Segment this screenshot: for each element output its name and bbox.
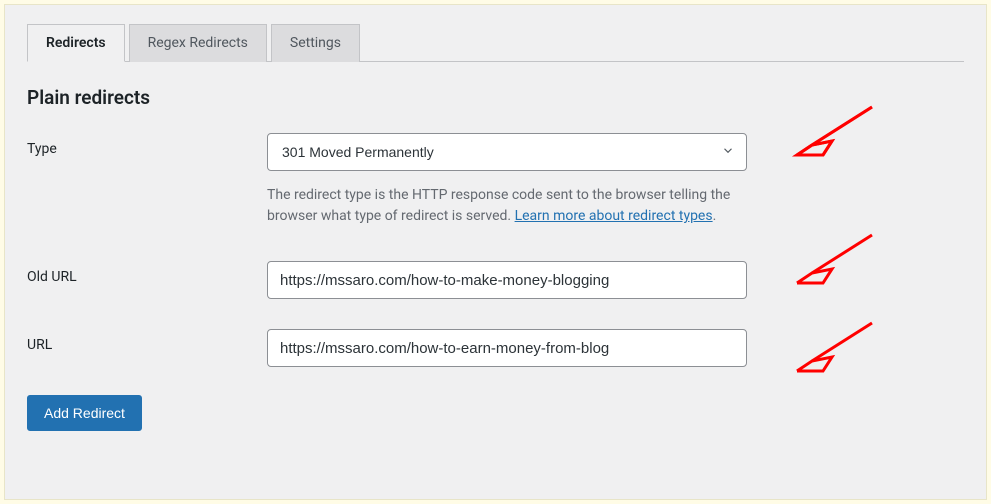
type-label: Type xyxy=(27,133,267,157)
old-url-input[interactable] xyxy=(267,261,747,299)
tabs-nav: Redirects Regex Redirects Settings xyxy=(27,23,964,62)
url-label: URL xyxy=(27,329,267,353)
tab-regex-redirects[interactable]: Regex Redirects xyxy=(129,24,267,62)
tab-settings[interactable]: Settings xyxy=(271,24,360,62)
admin-panel: Redirects Regex Redirects Settings Plain… xyxy=(4,4,987,500)
old-url-label: Old URL xyxy=(27,261,267,285)
tab-redirects[interactable]: Redirects xyxy=(27,24,125,62)
url-input[interactable] xyxy=(267,329,747,367)
learn-more-link[interactable]: Learn more about redirect types xyxy=(515,208,713,224)
add-redirect-button[interactable]: Add Redirect xyxy=(27,395,142,431)
arrow-annotation-icon xyxy=(777,313,887,383)
type-select[interactable]: 301 Moved Permanently xyxy=(267,133,747,171)
type-row: Type 301 Moved Permanently The redirect … xyxy=(27,133,964,227)
arrow-annotation-icon xyxy=(777,225,887,295)
type-help-text: The redirect type is the HTTP response c… xyxy=(267,185,747,227)
url-row: URL xyxy=(27,329,964,367)
old-url-row: Old URL xyxy=(27,261,964,299)
section-title: Plain redirects xyxy=(27,86,964,109)
